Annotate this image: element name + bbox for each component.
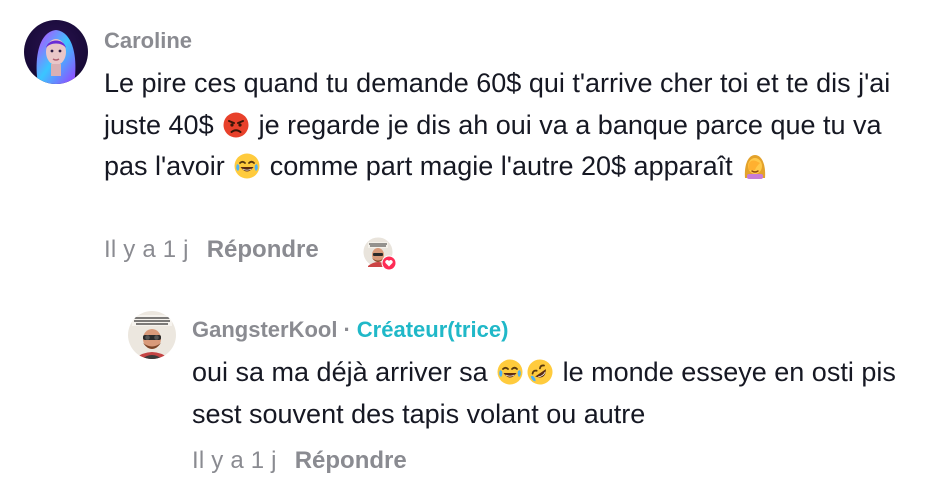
angry-face-icon	[223, 112, 249, 137]
reply-timestamp: Il y a 1 j	[192, 447, 277, 474]
creator-badge: Créateur(trice)	[356, 317, 509, 342]
creator-avatar[interactable]	[128, 311, 176, 359]
user-avatar[interactable]	[24, 20, 88, 84]
comment-timestamp: Il y a 1 j	[104, 236, 189, 263]
reply-meta: Il y a 1 j Répondre	[192, 447, 407, 475]
tears-of-joy-icon	[497, 359, 523, 385]
comment-meta: Il y a 1 j Répondre	[104, 236, 319, 264]
reply-button[interactable]: Répondre	[295, 447, 407, 474]
caroline-avatar-image	[24, 20, 88, 84]
tears-of-joy-icon	[234, 153, 260, 179]
creator-heart-avatar-icon	[362, 236, 397, 271]
comment-text-part: comme part magie l'autre 20$ apparaît	[262, 151, 741, 181]
reply-author[interactable]: GangsterKool	[192, 317, 337, 342]
rofl-icon	[527, 359, 553, 385]
reply-button[interactable]: Répondre	[207, 236, 319, 263]
creator-liked-badge	[362, 236, 398, 272]
facepalm-woman-icon	[744, 155, 766, 179]
comment-text: Le pire ces quand tu demande 60$ qui t'a…	[104, 63, 914, 188]
reply-text-part: oui sa ma déjà arriver sa	[192, 357, 496, 387]
gangsterkool-avatar-image	[128, 311, 176, 359]
comment-author[interactable]: Caroline	[104, 28, 192, 54]
reply-header: GangsterKool · Créateur(trice)	[192, 317, 508, 343]
separator-dot: ·	[343, 317, 351, 342]
reply-text: oui sa ma déjà arriver sa le monde essey…	[192, 352, 912, 435]
